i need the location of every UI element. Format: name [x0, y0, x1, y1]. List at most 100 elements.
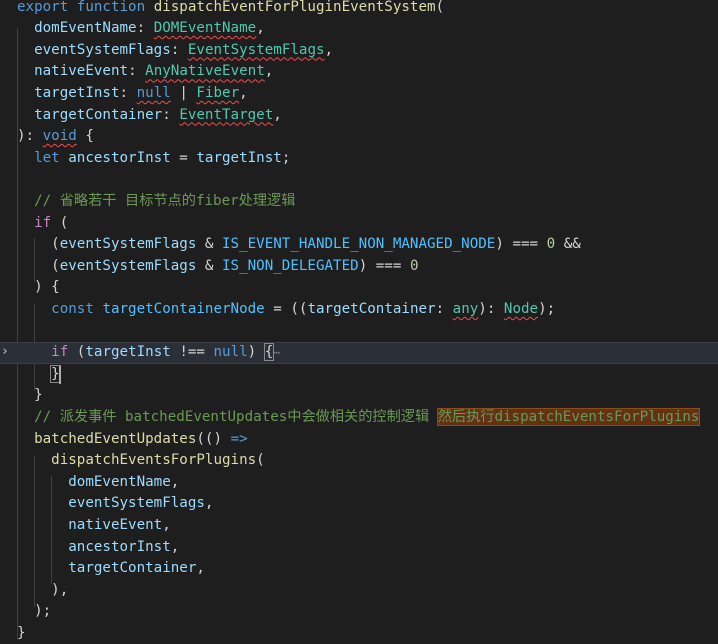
code-token: targetContainer — [307, 300, 436, 317]
code-line[interactable]: eventSystemFlags, — [0, 493, 718, 515]
code-text: domEventName, — [17, 472, 179, 494]
code-line[interactable]: nativeEvent, — [0, 515, 718, 537]
code-line[interactable]: (eventSystemFlags & IS_EVENT_HANDLE_NON_… — [0, 234, 718, 256]
code-token: ancestorInst — [68, 149, 171, 166]
code-line[interactable]: ), — [0, 580, 718, 602]
code-token: targetInst — [196, 149, 282, 166]
code-line[interactable]: // 派发事件 batchedEventUpdates中会做相关的控制逻辑 然后… — [0, 407, 718, 429]
code-text: (eventSystemFlags & IS_NON_DELEGATED) ==… — [17, 256, 418, 278]
code-text: eventSystemFlags: EventSystemFlags, — [17, 40, 333, 62]
code-line[interactable]: // 省略若干 目标节点的fiber处理逻辑 — [0, 191, 718, 213]
code-line[interactable]: export function dispatchEventForPluginEv… — [0, 0, 718, 18]
code-token: EventSystemFlags — [187, 41, 325, 58]
code-token: ); — [17, 603, 52, 620]
code-line[interactable]: ): void { — [0, 126, 718, 148]
code-token: ( — [68, 344, 86, 361]
code-text: let ancestorInst = targetInst; — [17, 148, 290, 170]
code-line[interactable]: } — [0, 385, 718, 407]
code-line[interactable]: const targetContainerNode = ((targetCont… — [0, 299, 718, 321]
find-match-highlight: 然后执行dispatchEventsForPlugins — [436, 407, 701, 426]
code-token: !== — [170, 344, 214, 361]
code-line[interactable]: let ancestorInst = targetInst; — [0, 148, 718, 170]
code-token: nativeEvent — [68, 516, 163, 533]
code-token: ) === — [358, 257, 410, 274]
code-token: const — [51, 300, 94, 317]
code-token: ( — [17, 236, 60, 253]
code-line[interactable]: eventSystemFlags: EventSystemFlags, — [0, 40, 718, 62]
code-line[interactable]: (eventSystemFlags & IS_NON_DELEGATED) ==… — [0, 256, 718, 278]
code-token: IS_NON_DELEGATED — [222, 257, 359, 274]
code-line[interactable]: domEventName, — [0, 472, 718, 494]
code-line[interactable]: targetContainer: EventTarget, — [0, 105, 718, 127]
code-token: ( — [435, 0, 445, 15]
chevron-right-icon[interactable]: › — [1, 344, 9, 359]
fold-ellipsis-icon[interactable]: ⋯ — [273, 346, 280, 359]
code-token: ; — [281, 149, 291, 166]
code-line-current[interactable]: if (targetInst !== null) {⋯ — [0, 342, 718, 364]
code-token: , — [196, 560, 205, 577]
code-text: ), — [17, 580, 68, 602]
code-text: } — [17, 364, 61, 386]
code-text: ancestorInst, — [17, 537, 179, 559]
code-token: eventSystemFlags — [59, 236, 197, 253]
code-token: } — [17, 624, 26, 641]
code-token: EventTarget — [179, 106, 274, 123]
code-line[interactable]: ) { — [0, 277, 718, 299]
code-token: , — [324, 41, 334, 58]
code-text: ) { — [17, 277, 60, 299]
code-line[interactable]: batchedEventUpdates(() => — [0, 429, 718, 451]
code-text: if (targetInst !== null) {⋯ — [17, 343, 280, 363]
code-token: , — [170, 473, 180, 490]
code-editor[interactable]: export function dispatchEventForPluginEv… — [0, 0, 718, 641]
code-token: ): — [478, 300, 504, 317]
code-text: // 派发事件 batchedEventUpdates中会做相关的控制逻辑 然后… — [17, 407, 701, 429]
code-line[interactable]: ); — [0, 601, 718, 623]
code-token: if — [34, 214, 52, 231]
code-line[interactable] — [0, 321, 718, 343]
code-token: domEventName — [68, 473, 171, 490]
code-token: null — [213, 344, 248, 361]
code-text: // 省略若干 目标节点的fiber处理逻辑 — [17, 191, 295, 213]
code-text: nativeEvent: AnyNativeEvent, — [17, 61, 273, 83]
code-token: 0 — [409, 257, 419, 274]
code-line[interactable]: ancestorInst, — [0, 537, 718, 559]
code-token: ) { — [17, 279, 60, 296]
code-token: nativeEvent — [34, 63, 129, 80]
code-line[interactable] — [0, 169, 718, 191]
code-token: eventSystemFlags — [68, 495, 205, 512]
code-line[interactable]: dispatchEventsForPlugins( — [0, 450, 718, 472]
code-token: : — [128, 63, 146, 80]
code-token: & — [196, 236, 223, 253]
code-token: targetContainer — [68, 560, 197, 577]
code-token: dispatchEventsForPlugins — [51, 452, 257, 469]
code-line[interactable]: } — [0, 364, 718, 386]
code-line[interactable]: targetInst: null | Fiber, — [0, 83, 718, 105]
code-token: AnyNativeEvent — [145, 63, 265, 80]
code-line[interactable]: domEventName: DOMEventName, — [0, 18, 718, 40]
code-token: if — [51, 344, 69, 361]
code-token: let — [34, 149, 60, 166]
code-token: , — [162, 516, 171, 533]
code-token: 0 — [546, 236, 556, 253]
code-line[interactable]: nativeEvent: AnyNativeEvent, — [0, 61, 718, 83]
code-token: targetContainer — [34, 106, 163, 123]
code-token: && — [555, 236, 581, 253]
code-token: export — [17, 0, 69, 15]
code-line[interactable]: targetContainer, — [0, 558, 718, 580]
code-token: , — [204, 495, 214, 512]
code-token: // 省略若干 目标节点的fiber处理逻辑 — [34, 192, 296, 209]
code-line[interactable]: if ( — [0, 213, 718, 235]
code-token: function — [76, 0, 146, 15]
